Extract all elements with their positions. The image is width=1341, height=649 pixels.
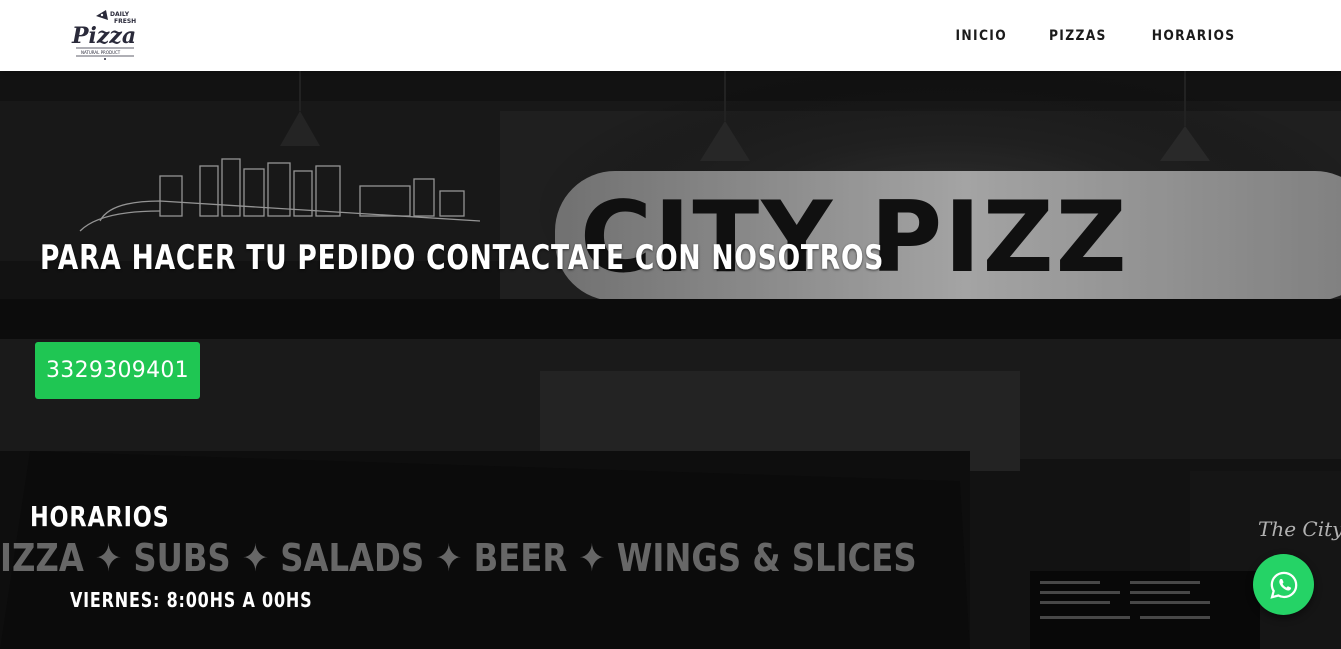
whatsapp-button[interactable] [1253,554,1314,615]
hours-title: HORARIOS [30,500,170,533]
hours-item: VIERNES: 8:00HS A 00HS [70,588,313,612]
brand-logo[interactable]: DAILY FRESH Pizza NATURAL PRODUCT [68,6,144,62]
svg-text:Pizza: Pizza [71,23,136,49]
whatsapp-icon [1269,571,1297,599]
hero-section: CITY PIZZ IZZA ✦ SUBS ✦ SALADS ✦ BEER ✦ … [0,71,1341,649]
phone-button[interactable]: 3329309401 [35,342,200,399]
svg-text:NATURAL PRODUCT: NATURAL PRODUCT [81,50,121,55]
storefront-background-image: CITY PIZZ IZZA ✦ SUBS ✦ SALADS ✦ BEER ✦ … [0,71,1341,649]
pizza-logo-icon: DAILY FRESH Pizza NATURAL PRODUCT [71,10,136,60]
hero-headline: PARA HACER TU PEDIDO CONTACTATE CON NOSO… [40,238,885,278]
nav-horarios[interactable]: HORARIOS [1151,28,1235,44]
svg-text:DAILY: DAILY [110,11,130,18]
main-nav: INICIO PIZZAS HORARIOS [952,0,1241,71]
nav-inicio[interactable]: INICIO [955,28,1007,44]
site-header: DAILY FRESH Pizza NATURAL PRODUCT INICIO… [0,0,1341,71]
nav-pizzas[interactable]: PIZZAS [1049,28,1107,44]
